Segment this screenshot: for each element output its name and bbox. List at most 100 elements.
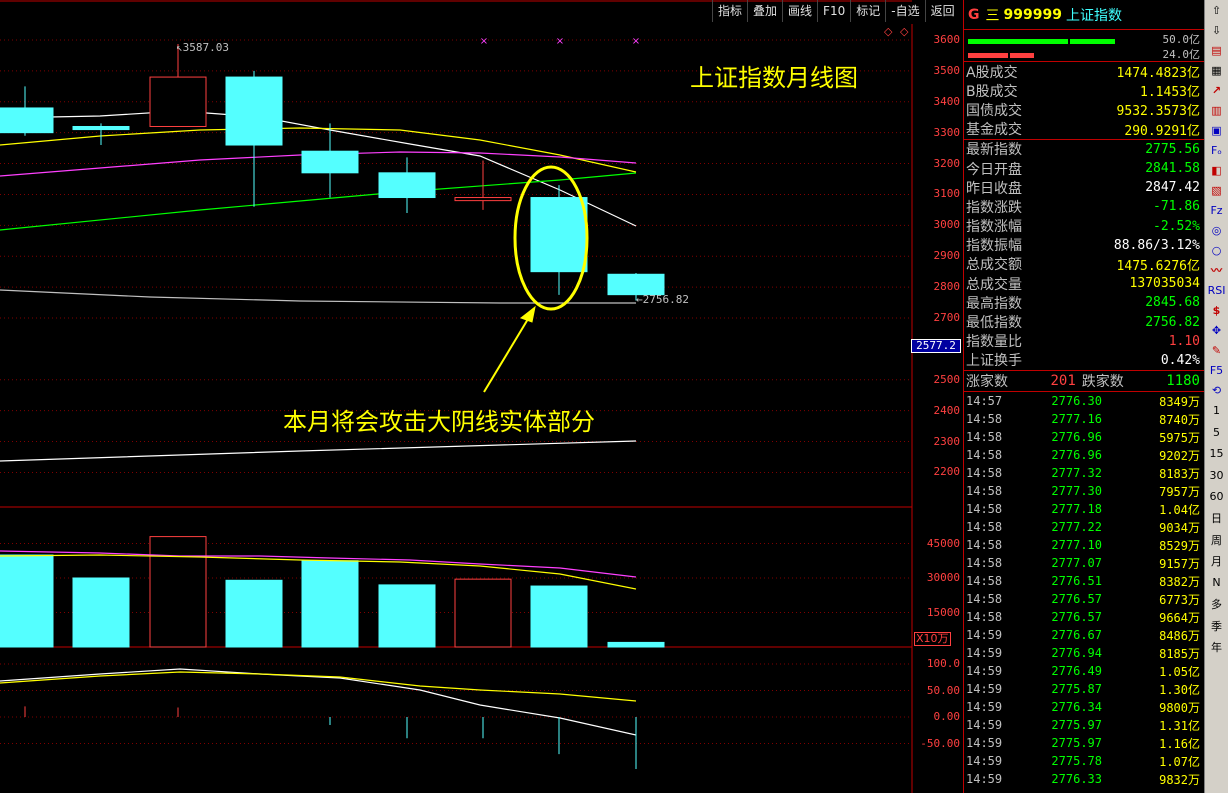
scroll-up-icon[interactable]: ⇧ <box>1205 0 1228 20</box>
candle-body <box>225 76 283 146</box>
toolbar-indicator-button[interactable]: 指标 <box>712 0 747 22</box>
tick-row: 14:59 2775.87 1.30亿 <box>964 680 1204 698</box>
period-button[interactable]: 30 <box>1205 465 1228 487</box>
period-button[interactable]: 周 <box>1205 529 1228 551</box>
fz-icon[interactable]: Fz <box>1205 200 1228 220</box>
stat-label: 指数涨跌 <box>966 199 1022 216</box>
turnover-row: A股成交 1474.4823亿 <box>964 62 1204 82</box>
kline-chart-area[interactable]: × × × 指标 叠加 画线 F10 标记 -自选 返回 ◇ ◇ 上证指数月线图 本… <box>0 0 963 793</box>
tick-price: 2777.07 <box>1051 556 1102 570</box>
turnover-label: 国债成交 <box>966 102 1022 119</box>
table-icon[interactable]: ▦ <box>1205 60 1228 80</box>
tick-row: 14:59 2776.34 9800万 <box>964 698 1204 716</box>
move-icon[interactable]: ✥ <box>1205 320 1228 340</box>
g-badge[interactable]: G <box>968 7 980 23</box>
compass-icon[interactable]: ◎ <box>1205 220 1228 240</box>
volume-bar <box>149 536 207 648</box>
stat-row: 最低指数 2756.82 <box>964 312 1204 332</box>
stat-label: 最高指数 <box>966 295 1022 312</box>
period-button[interactable]: 1 <box>1205 400 1228 422</box>
chart-title: 上证指数月线图 <box>690 64 858 92</box>
quote-panel: G 三 999999 上证指数 50.0亿 24.0亿 A股成交 1474.482… <box>963 0 1204 793</box>
period-button[interactable]: 5 <box>1205 422 1228 444</box>
period-button[interactable]: 60 <box>1205 486 1228 508</box>
tick-price: 2776.94 <box>1051 646 1102 660</box>
tick-time: 14:58 <box>966 502 1003 516</box>
tick-time: 14:59 <box>966 700 1003 714</box>
bar-green-1 <box>968 39 1068 44</box>
menu-icon[interactable]: 三 <box>986 5 1000 25</box>
tick-volume: 8740万 <box>1159 412 1200 427</box>
price-axis-label: 3200 <box>933 156 961 170</box>
tick-time: 14:58 <box>966 466 1003 480</box>
refresh-icon[interactable]: ⟲ <box>1205 380 1228 400</box>
toolbar-mark-button[interactable]: 标记 <box>850 0 885 22</box>
stats-list: 最新指数 2775.56 今日开盘 2841.58 昨日收盘 2847.42 指数涨跌 -71… <box>964 140 1204 371</box>
tick-time: 14:58 <box>966 574 1003 588</box>
trend-icon[interactable]: ↗ <box>1205 80 1228 100</box>
stat-label: 昨日收盘 <box>966 180 1022 197</box>
f5-icon[interactable]: F5 <box>1205 360 1228 380</box>
turnover-row: 国债成交 9532.3573亿 <box>964 100 1204 120</box>
circle-icon[interactable]: ○ <box>1205 240 1228 260</box>
book-icon[interactable]: ▧ <box>1205 180 1228 200</box>
stat-label: 指数量比 <box>966 334 1022 351</box>
pencil-icon[interactable]: ✎ <box>1205 340 1228 360</box>
period-button[interactable]: 月 <box>1205 551 1228 573</box>
tick-row: 14:59 2776.33 9832万 <box>964 770 1204 788</box>
period-button[interactable]: 15 <box>1205 443 1228 465</box>
period-button[interactable]: N <box>1205 572 1228 594</box>
candle-body <box>149 76 207 127</box>
turnover-value: 1.1453亿 <box>1140 85 1200 101</box>
toolbar-overlay-button[interactable]: 叠加 <box>747 0 782 22</box>
turnover-row: 基金成交 290.9291亿 <box>964 120 1204 139</box>
period-button[interactable]: 年 <box>1205 637 1228 659</box>
toolbar-back-button[interactable]: 返回 <box>924 0 960 22</box>
wave-icon[interactable]: 〰 <box>1205 260 1228 280</box>
triangle-icon[interactable]: ◇ <box>900 25 908 38</box>
tick-price: 2776.49 <box>1051 664 1102 678</box>
tick-volume: 9800万 <box>1159 700 1200 715</box>
volume-bar <box>607 641 665 648</box>
stat-value: -2.52% <box>1153 218 1200 234</box>
rsi-icon[interactable]: RSI <box>1205 280 1228 300</box>
diamond-icon[interactable]: ◇ <box>884 25 892 38</box>
tick-volume: 6773万 <box>1159 592 1200 607</box>
tick-volume: 9832万 <box>1159 772 1200 787</box>
volume-axis-label: 30000 <box>926 571 960 584</box>
tick-price: 2777.22 <box>1051 520 1102 534</box>
period-button[interactable]: 日 <box>1205 508 1228 530</box>
finance-icon[interactable]: Fₒ <box>1205 140 1228 160</box>
macd-axis-label: 50.00 <box>926 683 960 697</box>
toolbar-draw-button[interactable]: 画线 <box>782 0 817 22</box>
long-ma-line <box>0 289 636 304</box>
toolbar-f10-button[interactable]: F10 <box>817 0 850 22</box>
tick-time: 14:59 <box>966 628 1003 642</box>
dollar-icon[interactable]: $ <box>1205 300 1228 320</box>
tick-volume: 8529万 <box>1159 538 1200 553</box>
tick-list[interactable]: 14:57 2776.30 8349万 14:58 2777.16 8740万 14:58 2… <box>964 392 1204 788</box>
kline-chart-svg[interactable]: × × × <box>0 0 963 793</box>
toolbar-remove-watch-button[interactable]: -自选 <box>885 0 924 22</box>
candle-body <box>530 197 588 273</box>
candlestick-icon[interactable]: ▥ <box>1205 100 1228 120</box>
stat-row: 指数振幅 88.86/3.12% <box>964 236 1204 255</box>
tick-price: 2776.96 <box>1051 448 1102 462</box>
quote-header: G 三 999999 上证指数 <box>964 0 1204 30</box>
turnover-value: 9532.3573亿 <box>1116 104 1200 120</box>
price-axis-label: 2700 <box>933 311 961 324</box>
period-button[interactable]: 季 <box>1205 615 1228 637</box>
annotation-arrowhead <box>519 305 536 323</box>
tick-row: 14:58 2777.10 8529万 <box>964 536 1204 554</box>
report-icon[interactable]: ▤ <box>1205 40 1228 60</box>
stat-row: 最高指数 2845.68 <box>964 293 1204 312</box>
stat-value: 2845.68 <box>1145 295 1200 311</box>
tick-row: 14:58 2777.22 9034万 <box>964 518 1204 536</box>
price-axis-label: 2200 <box>933 465 961 479</box>
x-marker: × <box>632 36 640 47</box>
portfolio-icon[interactable]: ◧ <box>1205 160 1228 180</box>
f10-icon[interactable]: ▣ <box>1205 120 1228 140</box>
scroll-down-icon[interactable]: ⇩ <box>1205 20 1228 40</box>
tick-time: 14:59 <box>966 736 1003 750</box>
period-button[interactable]: 多 <box>1205 594 1228 616</box>
